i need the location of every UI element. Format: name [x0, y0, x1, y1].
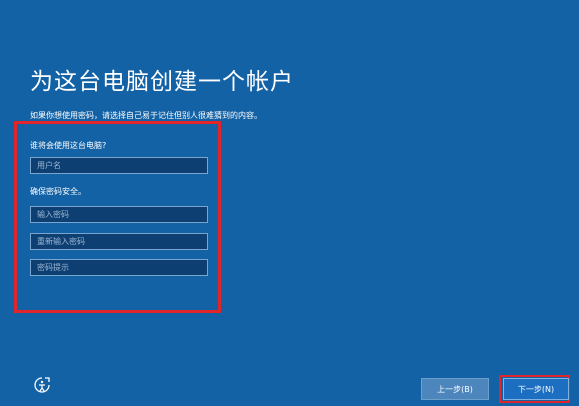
password-input[interactable]	[30, 206, 208, 223]
page-title: 为这台电脑创建一个帐户	[30, 69, 294, 95]
who-will-use-label: 谁将会使用这台电脑?	[30, 141, 107, 150]
back-button[interactable]: 上一步(B)	[421, 378, 489, 400]
accessibility-icon[interactable]	[33, 376, 51, 394]
confirm-password-input[interactable]	[30, 233, 208, 250]
password-secure-label: 确保密码安全。	[30, 187, 86, 196]
password-hint-input[interactable]	[30, 259, 208, 276]
next-button[interactable]: 下一步(N)	[503, 378, 569, 400]
page-subtitle: 如果你想使用密码，请选择自己易于记住但别人很难猜到的内容。	[30, 111, 262, 120]
username-input[interactable]	[30, 157, 208, 174]
